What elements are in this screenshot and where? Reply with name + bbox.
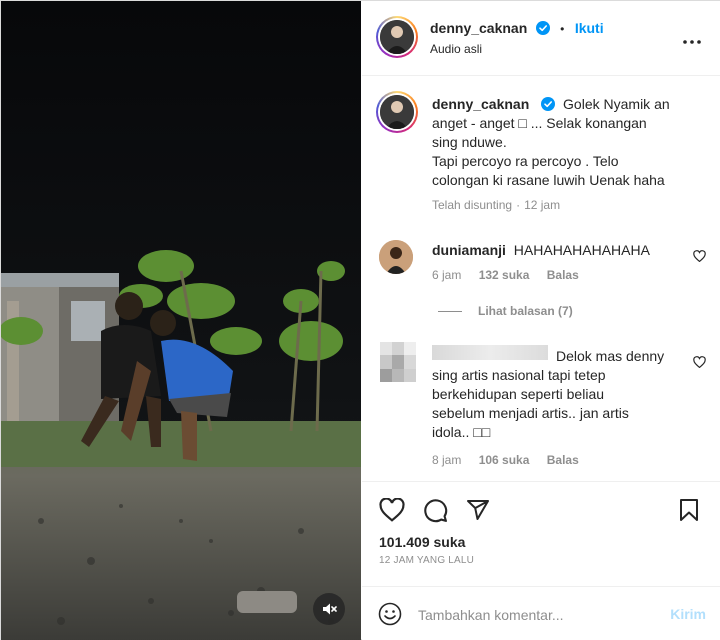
caption-line-5: colongan ki rasane luwih Uenak haha <box>432 172 665 188</box>
comment-input[interactable] <box>418 603 654 627</box>
comment-composer: Kirim <box>362 586 720 640</box>
comment-text: duniamanji HAHAHAHAHAHAHA <box>432 241 694 260</box>
share-send-icon[interactable] <box>466 498 490 522</box>
commenter-avatar-image <box>379 240 413 274</box>
reply-button[interactable]: Balas <box>547 268 579 282</box>
comment-meta: 8 jam 106 suka Balas <box>432 453 593 467</box>
speaker-muted-icon <box>323 603 337 615</box>
comment-like-heart-icon[interactable] <box>693 250 706 262</box>
caption-line-1: Golek Nyamik an <box>563 96 670 112</box>
more-dots-icon <box>683 40 701 44</box>
comment-line-4: sebelum menjadi artis.. jan artis <box>432 405 629 421</box>
author-avatar-image <box>380 20 414 54</box>
comment-time[interactable]: 8 jam <box>432 453 461 467</box>
comment-line-3: berkehidupan seperti beliau <box>432 386 605 402</box>
reply-button[interactable]: Balas <box>547 453 579 467</box>
comment-line-1: Delok mas denny <box>556 348 665 364</box>
caption-username[interactable]: denny_caknan <box>432 96 529 112</box>
comment-likes[interactable]: 132 suka <box>479 268 530 282</box>
verified-badge-icon <box>541 97 556 111</box>
comment-likes[interactable]: 106 suka <box>479 453 530 467</box>
caption-line-3: sing nduwe. <box>432 134 507 150</box>
comment-bubble-icon[interactable] <box>423 498 448 523</box>
save-bookmark-icon[interactable] <box>678 498 700 522</box>
view-replies-button[interactable]: Lihat balasan (7) <box>438 304 573 318</box>
edited-label: Telah disunting <box>432 198 513 212</box>
author-avatar[interactable] <box>376 16 418 58</box>
commenter-username[interactable]: duniamanji <box>432 242 506 258</box>
post-header: denny_caknan • Ikuti Audio asli <box>362 1 720 76</box>
emoji-icon[interactable] <box>378 602 402 626</box>
post-dialog: denny_caknan • Ikuti Audio asli denny_ca… <box>0 0 720 640</box>
comment-time[interactable]: 6 jam <box>432 268 461 282</box>
more-options-button[interactable] <box>682 29 702 50</box>
verified-badge-icon <box>535 21 550 35</box>
blurred-avatar-image <box>380 342 416 382</box>
likes-count[interactable]: 101.409 suka <box>379 534 465 550</box>
commenter-avatar[interactable] <box>379 240 413 274</box>
caption-line-2: anget - anget □ ... Selak konangan <box>432 115 647 131</box>
view-replies-label: Lihat balasan (7) <box>478 304 573 318</box>
video-media[interactable] <box>1 1 361 640</box>
like-heart-icon[interactable] <box>379 498 405 522</box>
caption-time[interactable]: 12 jam <box>524 198 560 212</box>
comment-line-2: sing artis nasional tapi tetep <box>432 367 606 383</box>
caption-avatar[interactable] <box>376 91 418 133</box>
post-actions: 101.409 suka 12 JAM YANG LALU <box>362 481 720 586</box>
comment-line-5: idola.. □□ <box>432 424 491 440</box>
commenter-avatar-blurred[interactable] <box>380 342 416 382</box>
replies-divider <box>438 310 462 312</box>
author-username[interactable]: denny_caknan <box>430 20 527 36</box>
caption-meta: Telah disunting · 12 jam <box>432 196 704 215</box>
comment-text: Delok mas denny sing artis nasional tapi… <box>432 347 694 442</box>
follow-button[interactable]: Ikuti <box>575 20 604 36</box>
comment-meta: 6 jam 132 suka Balas <box>432 268 593 282</box>
meta-dot: · <box>516 198 521 212</box>
mute-button[interactable] <box>313 593 345 625</box>
caption-avatar-image <box>380 95 414 129</box>
audio-label[interactable]: Audio asli <box>430 42 482 56</box>
comment-body: HAHAHAHAHAHAHA <box>513 242 650 258</box>
caption-text: denny_caknan Golek Nyamik an anget - ang… <box>432 95 704 215</box>
header-separator: • <box>560 22 565 36</box>
post-time-ago[interactable]: 12 JAM YANG LALU <box>379 555 474 566</box>
post-side-panel: denny_caknan • Ikuti Audio asli denny_ca… <box>362 1 720 640</box>
post-comment-button[interactable]: Kirim <box>670 606 706 622</box>
caption-line-4: Tapi percoyo ra percoyo . Telo <box>432 153 619 169</box>
video-frame-image <box>1 1 361 640</box>
comment-like-heart-icon[interactable] <box>693 356 706 368</box>
